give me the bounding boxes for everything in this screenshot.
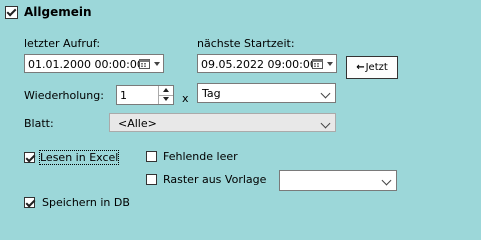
chevron-down-icon — [320, 118, 331, 129]
next-start-label: nächste Startzeit: — [197, 37, 295, 50]
section-title: Allgemein — [24, 5, 92, 19]
arrow-up-icon — [163, 88, 169, 92]
times-label: x — [182, 92, 189, 105]
arrow-down-icon — [163, 97, 169, 101]
save-db-checkbox[interactable] — [24, 197, 35, 208]
next-start-value: 09.05.2022 09:00:00 — [201, 58, 317, 71]
sheet-value: <Alle> — [118, 117, 157, 130]
read-excel-label[interactable]: Lesen in Excel — [38, 150, 120, 165]
arrow-left-icon: ← — [356, 62, 365, 73]
sheet-label: Blatt: — [24, 117, 54, 130]
section-checkbox[interactable] — [5, 6, 18, 19]
stepper-down-button[interactable] — [158, 95, 173, 104]
grid-template-checkbox[interactable] — [146, 174, 157, 185]
next-start-datetime-picker[interactable]: 09.05.2022 09:00:00 — [197, 54, 337, 73]
chevron-down-icon — [381, 175, 392, 186]
repeat-unit-value: Tag — [202, 87, 221, 100]
repeat-count-value: 1 — [120, 89, 127, 102]
last-run-value: 01.01.2000 00:00:00 — [28, 58, 144, 71]
calendar-icon[interactable] — [139, 59, 150, 69]
chevron-down-icon[interactable] — [154, 62, 160, 66]
missing-empty-checkbox[interactable] — [146, 151, 157, 162]
grid-template-label[interactable]: Raster aus Vorlage — [163, 173, 266, 186]
grid-template-select[interactable] — [279, 170, 397, 191]
missing-empty-label[interactable]: Fehlende leer — [163, 150, 238, 163]
calendar-icon[interactable] — [312, 59, 323, 69]
chevron-down-icon[interactable] — [327, 62, 333, 66]
sheet-select[interactable]: <Alle> — [109, 113, 336, 132]
repeat-count-stepper[interactable]: 1 — [116, 85, 174, 105]
chevron-down-icon — [320, 88, 331, 99]
now-button[interactable]: ← Jetzt — [346, 56, 398, 79]
read-excel-checkbox[interactable] — [24, 152, 35, 163]
now-button-label: Jetzt — [365, 62, 388, 73]
repeat-label: Wiederholung: — [24, 89, 104, 102]
repeat-unit-select[interactable]: Tag — [197, 83, 336, 103]
save-db-label[interactable]: Speichern in DB — [42, 196, 130, 209]
last-run-label: letzter Aufruf: — [24, 37, 101, 50]
last-run-datetime-picker[interactable]: 01.01.2000 00:00:00 — [24, 54, 164, 73]
